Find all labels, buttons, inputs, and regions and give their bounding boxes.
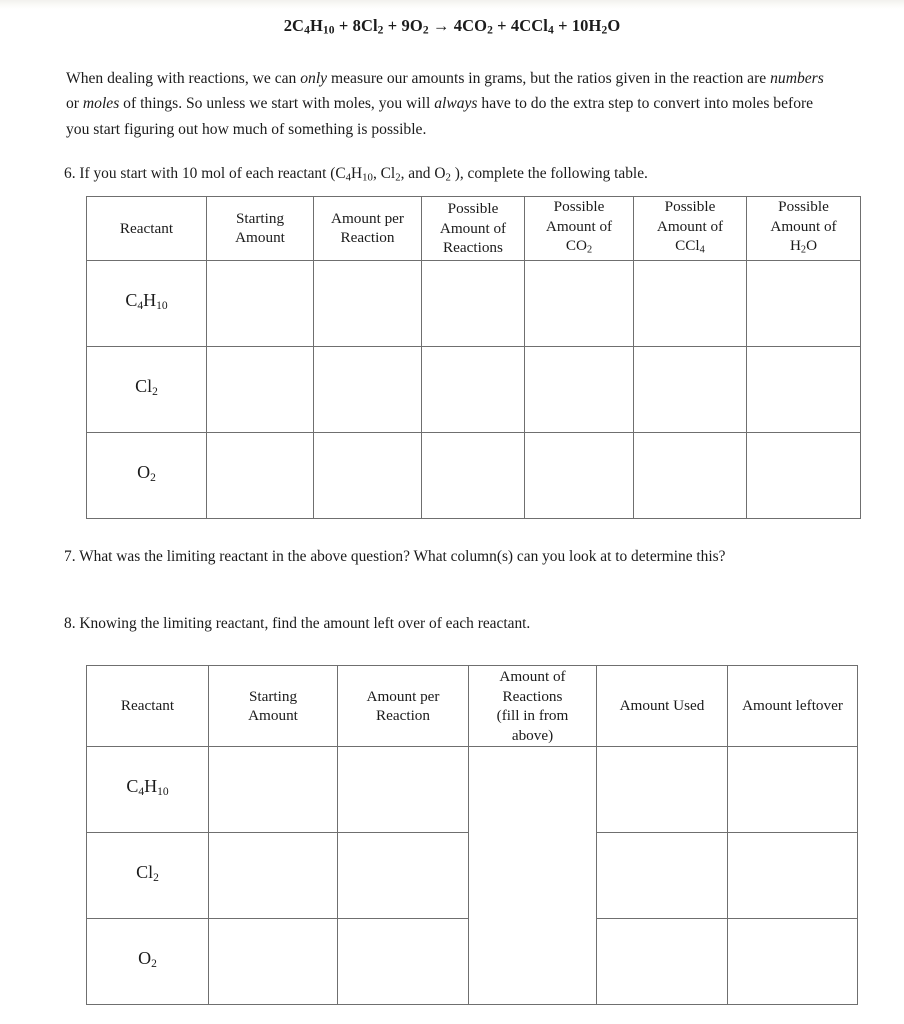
table2-cell-amount-used-oxygen[interactable]: [596, 918, 728, 1005]
table1-header-starting-amount: Starting Amount: [206, 196, 314, 261]
table2-reactant-label-oxygen: O2: [86, 918, 209, 1005]
question-6: 6. If you start with 10 mol of each reac…: [64, 163, 844, 188]
table1-cell-starting-amount-chlorine[interactable]: [206, 345, 314, 433]
reactant-table-1: Reactant Starting Amount Amount per Reac…: [86, 196, 861, 519]
table2-cell-amount-leftover-chlorine[interactable]: [727, 832, 858, 919]
table2-header-amount-per-reaction: Amount per Reaction: [337, 665, 469, 747]
table2-reactant-label-butane: C4H10: [86, 746, 209, 833]
equation-arrow-icon: →: [432, 16, 454, 35]
intro-emphasis-always: always: [434, 95, 478, 113]
worksheet-page: 2C4H10 + 8Cl2 + 9O2 → 4CO2 + 4CCl4 + 10H…: [0, 0, 904, 1024]
table1-cell-possible-ccl4-chlorine[interactable]: [633, 345, 747, 433]
table1-cell-possible-h2o-butane[interactable]: [746, 259, 861, 347]
table1-header-amount-per-reaction: Amount per Reaction: [313, 196, 422, 261]
equation-product-ccl4: 4CCl4: [510, 16, 554, 37]
table1-header-possible-reactions: Possible Amount of Reactions: [421, 196, 525, 261]
intro-emphasis-numbers: numbers: [770, 69, 824, 87]
table-row: Cl2: [86, 345, 861, 433]
equation-plus-3: +: [497, 16, 511, 35]
table2-header-starting-amount: Starting Amount: [208, 665, 338, 747]
table2-cell-amount-per-reaction-butane[interactable]: [337, 746, 469, 833]
table1-header-possible-co2: Possible Amount of CO2: [524, 196, 634, 261]
table2-header-amount-of-reactions: Amount of Reactions (fill in from above): [468, 665, 597, 747]
equation-plus-1: +: [338, 16, 353, 35]
table-row: C4H10: [86, 259, 861, 347]
table2-header-amount-used: Amount Used: [596, 665, 728, 747]
table2-cell-amount-per-reaction-oxygen[interactable]: [337, 918, 469, 1005]
table1-cell-possible-h2o-chlorine[interactable]: [746, 345, 861, 433]
intro-text-3: or: [66, 95, 83, 113]
table2-header-row: Reactant Starting Amount Amount per Reac…: [86, 665, 858, 747]
equation-product-co2: 4CO2: [453, 16, 493, 37]
table2-cell-starting-amount-chlorine[interactable]: [208, 832, 338, 919]
intro-emphasis-moles: moles: [82, 95, 120, 113]
table2-cell-amount-used-butane[interactable]: [596, 746, 728, 833]
table2-cell-amount-used-chlorine[interactable]: [596, 832, 728, 919]
table1-header-row: Reactant Starting Amount Amount per Reac…: [86, 196, 861, 261]
table1-cell-possible-ccl4-butane[interactable]: [633, 259, 747, 347]
table1-cell-possible-reactions-butane[interactable]: [421, 259, 525, 347]
equation-plus-4: +: [558, 16, 572, 35]
table1-cell-possible-co2-oxygen[interactable]: [524, 431, 634, 519]
q6-text-c: , Cl: [372, 165, 396, 182]
question-8: 8. Knowing the limiting reactant, find t…: [64, 615, 531, 632]
table1-cell-starting-amount-butane[interactable]: [206, 259, 314, 347]
table2-header-reactant: Reactant: [86, 665, 209, 747]
q6-text-b: H: [351, 165, 363, 182]
table2-cell-amount-per-reaction-chlorine[interactable]: [337, 832, 469, 919]
table-row: O2: [86, 431, 861, 519]
table1-cell-amount-per-reaction-chlorine[interactable]: [313, 345, 422, 433]
intro-emphasis-only: only: [300, 69, 328, 87]
question-7: 7. What was the limiting reactant in the…: [64, 548, 726, 565]
q6-text-a: 6. If you start with 10 mol of each reac…: [64, 165, 346, 182]
table1-cell-possible-reactions-chlorine[interactable]: [421, 345, 525, 433]
intro-text-2: measure our amounts in grams, but the ra…: [327, 69, 771, 87]
table1-header-possible-ccl4: Possible Amount of CCl4: [633, 196, 747, 261]
scan-edge-artifact: [0, 0, 904, 9]
equation-reactant-butane: 2C4H10: [283, 16, 335, 37]
equation-plus-2: +: [387, 16, 402, 35]
reactant-table-2: Reactant Starting Amount Amount per Reac…: [86, 665, 858, 1005]
table1-cell-starting-amount-oxygen[interactable]: [206, 431, 314, 519]
q6-text-d: , and O: [400, 165, 446, 182]
table1-cell-possible-reactions-oxygen[interactable]: [421, 431, 525, 519]
table1-header-possible-h2o: Possible Amount of H2O: [746, 196, 861, 261]
q6-text-e: ), complete the following table.: [450, 165, 648, 182]
table1-cell-amount-per-reaction-butane[interactable]: [313, 259, 422, 347]
table-row: C4H10: [86, 746, 858, 1005]
table1-cell-possible-ccl4-oxygen[interactable]: [633, 431, 747, 519]
table2-reactant-label-chlorine: Cl2: [86, 832, 209, 919]
table2-cell-amount-leftover-oxygen[interactable]: [727, 918, 858, 1005]
chemical-equation: 2C4H10 + 8Cl2 + 9O2 → 4CO2 + 4CCl4 + 10H…: [0, 16, 904, 37]
equation-product-water: 10H2O: [571, 16, 621, 37]
table1-reactant-label-chlorine: Cl2: [86, 345, 207, 433]
table2-header-amount-leftover: Amount leftover: [727, 665, 858, 747]
table1-cell-amount-per-reaction-oxygen[interactable]: [313, 431, 422, 519]
table2-cell-amount-of-reactions-merged[interactable]: [468, 746, 597, 1005]
intro-text-1: When dealing with reactions, we can: [66, 69, 301, 87]
intro-text-4: of things. So unless we start with moles…: [119, 95, 435, 113]
table1-reactant-label-oxygen: O2: [86, 431, 207, 519]
table1-cell-possible-co2-butane[interactable]: [524, 259, 634, 347]
table1-reactant-label-butane: C4H10: [86, 259, 207, 347]
table2-cell-amount-leftover-butane[interactable]: [727, 746, 858, 833]
table2-cell-starting-amount-oxygen[interactable]: [208, 918, 338, 1005]
table1-cell-possible-co2-chlorine[interactable]: [524, 345, 634, 433]
table2-cell-starting-amount-butane[interactable]: [208, 746, 338, 833]
q6-sub-2: 10: [362, 171, 373, 184]
equation-reactant-oxygen: 9O2: [401, 16, 429, 37]
table1-cell-possible-h2o-oxygen[interactable]: [746, 431, 861, 519]
equation-reactant-chlorine: 8Cl2: [352, 16, 384, 37]
intro-paragraph: When dealing with reactions, we can only…: [66, 66, 836, 143]
table1-header-reactant: Reactant: [86, 196, 207, 261]
